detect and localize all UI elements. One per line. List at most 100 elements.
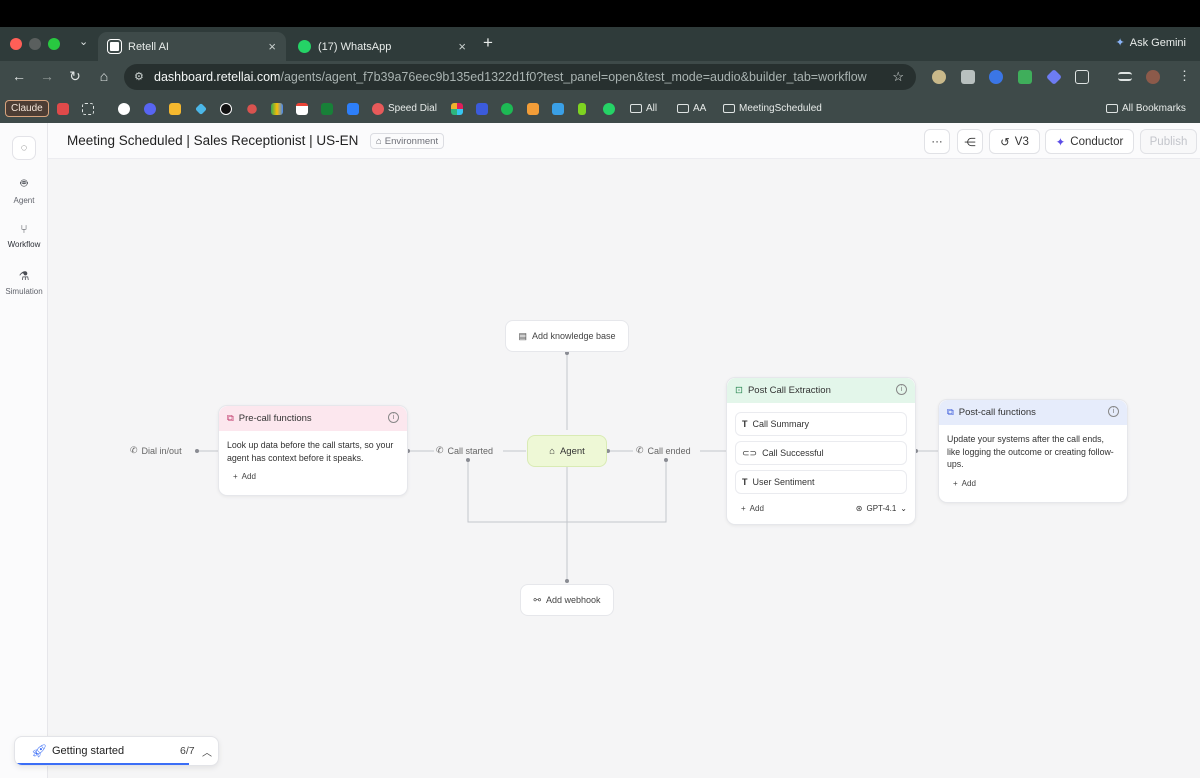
google-drive-icon[interactable]	[271, 101, 283, 116]
tab-retell-ai[interactable]: Retell AI ×	[98, 32, 286, 61]
site-settings-icon[interactable]: ⚙	[134, 70, 144, 83]
slack-icon[interactable]	[451, 101, 463, 116]
extension-icon[interactable]	[932, 70, 946, 84]
more-horizontal-icon: ···	[931, 135, 943, 148]
bookmark-star-icon[interactable]: ☆	[892, 69, 904, 85]
bookmark-icon[interactable]	[118, 101, 130, 116]
add-knowledge-base-button[interactable]: ▤ Add knowledge base	[505, 320, 629, 352]
postcall-functions-node[interactable]: ⧉ Post-call functions i Update your syst…	[938, 399, 1128, 503]
sidebar-item-simulation[interactable]: ⚗ Simulation	[0, 269, 48, 296]
bookmark-icon[interactable]	[195, 101, 207, 116]
extraction-field[interactable]: T User Sentiment	[735, 470, 907, 494]
ask-gemini-button[interactable]: ✦ Ask Gemini	[1116, 36, 1186, 50]
extraction-title: Post Call Extraction	[747, 385, 831, 396]
model-selector[interactable]: ⊛ GPT-4.1 ⌄	[856, 504, 907, 513]
precall-functions-node[interactable]: ⧉ Pre-call functions i Look up data befo…	[218, 405, 408, 496]
page-title[interactable]: Meeting Scheduled | Sales Receptionist |…	[67, 133, 358, 148]
precall-title: Pre-call functions	[238, 413, 312, 424]
extension-icon[interactable]	[1046, 69, 1062, 85]
bookmark-icon[interactable]	[578, 101, 586, 116]
workflow-canvas[interactable]: ✆ Dial in/out ⧉ Pre-call functions i Loo…	[48, 159, 1200, 778]
postcall-add-button[interactable]: + Add	[947, 476, 1119, 491]
profile-avatar[interactable]	[1146, 70, 1160, 84]
extension-icon[interactable]	[1018, 70, 1032, 84]
extraction-field[interactable]: T Call Summary	[735, 412, 907, 436]
retell-favicon-icon	[107, 39, 122, 54]
bookmark-icon[interactable]	[321, 101, 333, 116]
getting-started-progress-bar	[15, 763, 189, 765]
bookmark-icon[interactable]	[57, 101, 69, 116]
sidebar-item-label: Workflow	[7, 240, 41, 249]
extraction-add-button[interactable]: + Add	[735, 501, 770, 516]
version-label: V3	[1014, 135, 1029, 148]
bookmark-icon[interactable]	[527, 101, 539, 116]
precall-add-row: + Add	[219, 464, 407, 489]
bookmark-folder-aa[interactable]: AA	[677, 101, 706, 116]
agent-node[interactable]: ⌂ Agent	[527, 435, 607, 467]
chevron-up-icon[interactable]: ︿	[202, 744, 212, 759]
apps-grid-icon[interactable]	[82, 101, 94, 116]
minimize-window-button[interactable]	[29, 38, 41, 50]
forward-button[interactable]: →	[38, 68, 56, 84]
publish-button[interactable]: Publish	[1140, 129, 1197, 154]
info-icon[interactable]: i	[388, 412, 399, 423]
extension-icon[interactable]	[961, 70, 975, 84]
conductor-button[interactable]: ✦ Conductor	[1045, 129, 1134, 154]
bookmark-icon[interactable]	[552, 101, 564, 116]
share-button[interactable]: ⋲	[957, 129, 983, 154]
rocket-icon: 🚀︎	[31, 743, 48, 758]
extension-icon[interactable]	[989, 70, 1003, 84]
add-label: Add	[749, 504, 764, 513]
openai-icon: ⊛	[855, 504, 863, 513]
gmail-icon[interactable]	[296, 101, 308, 116]
home-button[interactable]: ⌂	[95, 68, 113, 84]
sparkle-icon: ✦	[1055, 136, 1066, 149]
bookmark-label: MeetingScheduled	[739, 103, 822, 114]
sidebar-item-agent[interactable]: 🤖︎ Agent	[0, 175, 48, 205]
bookmark-icon[interactable]	[169, 101, 181, 116]
bookmark-speed-dial[interactable]: Speed Dial	[372, 101, 437, 116]
version-button[interactable]: ↺ V3	[989, 129, 1040, 154]
zoom-window-button[interactable]	[48, 38, 60, 50]
extraction-field[interactable]: ⊂⊃ Call Successful	[735, 441, 907, 465]
more-options-button[interactable]: ···	[924, 129, 950, 154]
tag-icon: ⌂	[376, 135, 382, 147]
folder-icon	[723, 104, 735, 113]
add-webhook-button[interactable]: ⚯ Add webhook	[520, 584, 614, 616]
bookmark-icon[interactable]	[246, 101, 258, 116]
browser-menu-icon[interactable]: ⋮	[1178, 68, 1191, 84]
bookmark-icon[interactable]	[603, 101, 615, 116]
new-tab-button[interactable]: +	[483, 34, 493, 51]
info-icon[interactable]: i	[896, 384, 907, 395]
environment-tag[interactable]: ⌂ Environment	[370, 133, 445, 149]
extraction-footer: + Add ⊛ GPT-4.1 ⌄	[727, 499, 915, 518]
back-button[interactable]: ←	[10, 68, 28, 84]
bookmark-icon[interactable]	[347, 101, 359, 116]
bookmark-folder-meeting[interactable]: MeetingScheduled	[723, 101, 822, 116]
spotify-icon[interactable]	[501, 101, 513, 116]
all-bookmarks-folder[interactable]: All Bookmarks	[1106, 101, 1186, 116]
bookmark-folder-all[interactable]: All	[630, 101, 657, 116]
bookmark-icon[interactable]	[220, 101, 232, 116]
sidebar-item-workflow[interactable]: ⑂ Workflow	[0, 222, 48, 249]
close-tab-icon[interactable]: ×	[458, 39, 466, 54]
bookmark-icon[interactable]	[476, 101, 488, 116]
info-icon[interactable]: i	[1108, 406, 1119, 417]
address-bar[interactable]: ⚙ dashboard.retellai.com/agents/agent_f7…	[124, 64, 916, 90]
close-tab-icon[interactable]: ×	[268, 39, 276, 54]
folder-icon	[1106, 104, 1118, 113]
tab-whatsapp[interactable]: (17) WhatsApp ×	[288, 32, 476, 61]
extensions-puzzle-icon[interactable]	[1075, 70, 1089, 84]
knowledge-label: Add knowledge base	[531, 331, 616, 341]
getting-started-widget[interactable]: 🚀︎ Getting started 6/7 ︿	[14, 736, 219, 766]
app-logo-icon[interactable]: ◌	[12, 136, 36, 160]
workflow-icon: ⑂	[20, 222, 28, 236]
post-call-extraction-node[interactable]: ⊡ Post Call Extraction i T Call Summary ⊂…	[726, 377, 916, 525]
tab-search-icon[interactable]: ⌄	[79, 35, 88, 48]
bookmark-icon[interactable]	[144, 101, 156, 116]
media-control-icon[interactable]	[1118, 72, 1132, 81]
precall-add-button[interactable]: + Add	[227, 469, 399, 484]
bookmark-claude[interactable]: Claude	[5, 100, 49, 117]
reload-button[interactable]: ↻	[66, 68, 84, 85]
close-window-button[interactable]	[10, 38, 22, 50]
